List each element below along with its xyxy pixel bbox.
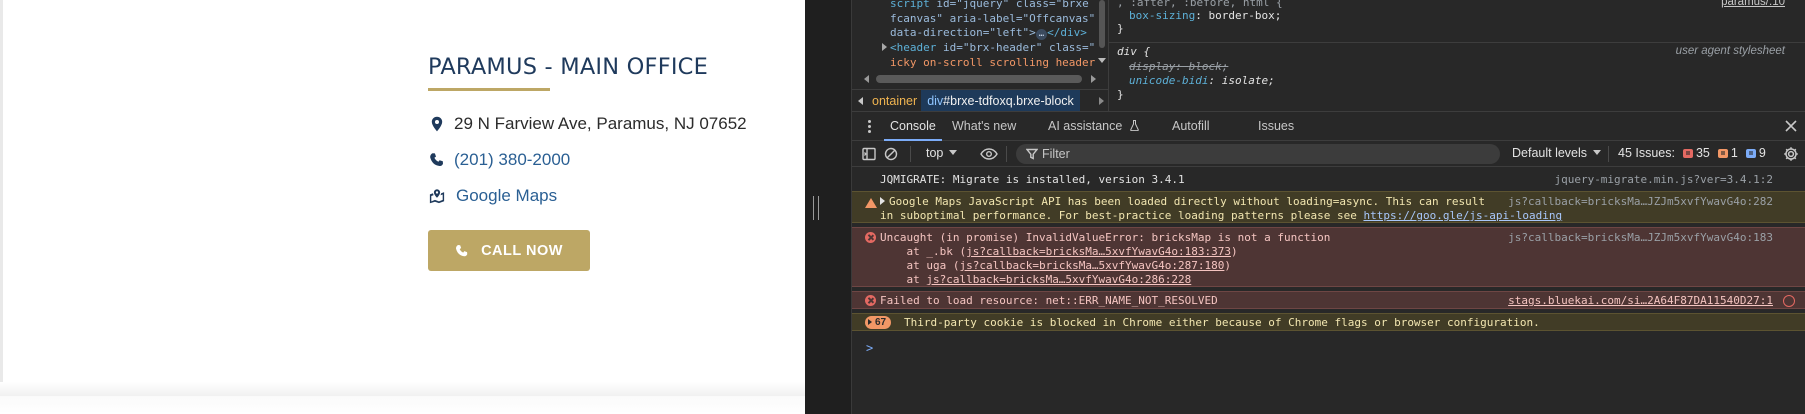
dom-node-line[interactable]: script id="jquery" class="brxe: [890, 0, 1089, 10]
css-selector[interactable]: div {: [1117, 45, 1150, 58]
docs-link[interactable]: https://goo.gle/js-api-loading: [1363, 209, 1562, 222]
tab-issues[interactable]: Issues: [1258, 112, 1294, 141]
resize-grip-icon[interactable]: [813, 196, 819, 220]
scroll-down-icon[interactable]: [1098, 58, 1106, 63]
breadcrumb-item[interactable]: ontainer: [868, 94, 921, 108]
maps-row[interactable]: Google Maps: [428, 186, 557, 206]
tab-console[interactable]: Console: [884, 112, 942, 141]
warning-icon: [865, 198, 877, 208]
chevron-down-icon: [949, 150, 958, 155]
console-message-warning[interactable]: Google Maps JavaScript API has been load…: [852, 191, 1805, 223]
toolbar-divider: [1006, 146, 1007, 162]
call-now-button[interactable]: CALL NOW: [428, 230, 590, 271]
eye-icon[interactable]: [980, 147, 998, 161]
dom-node-line[interactable]: fcanvas" aria-label="Offcanvas": [890, 12, 1095, 25]
info-badge-icon: [1745, 148, 1756, 158]
address-text: 29 N Farview Ave, Paramus, NJ 07652: [454, 114, 747, 133]
console-output[interactable]: JQMIGRATE: Migrate is installed, version…: [852, 167, 1805, 414]
dom-node-line[interactable]: data-direction="left">… </div>: [890, 26, 1087, 40]
warning-badge-icon: [1717, 148, 1728, 158]
network-request-icon[interactable]: [1783, 295, 1795, 307]
filter-icon: [1025, 148, 1039, 160]
close-drawer-icon[interactable]: [1785, 120, 1797, 132]
clear-console-icon[interactable]: [884, 147, 898, 161]
toolbar-divider: [1608, 146, 1609, 162]
viewport-edge: [0, 0, 3, 414]
section-divider-shadow: [0, 382, 805, 414]
drawer-tabbar: Console What's new AI assistance Autofil…: [852, 111, 1805, 141]
tab-ai-assistance[interactable]: AI assistance: [1048, 112, 1139, 141]
console-settings-gear-icon[interactable]: [1783, 146, 1799, 162]
breadcrumb-left-icon[interactable]: [852, 90, 868, 111]
toolbar-divider: [910, 146, 911, 162]
elements-hscrollbar[interactable]: [862, 74, 1098, 84]
phone-row[interactable]: (201) 380-2000: [428, 150, 570, 170]
scroll-thumb[interactable]: [1099, 0, 1105, 48]
expand-triangle-icon[interactable]: [882, 43, 887, 51]
phone-icon: [428, 151, 446, 169]
flask-icon: [1130, 120, 1139, 131]
console-message-error[interactable]: Uncaught (in promise) InvalidValueError:…: [852, 227, 1805, 287]
message-source-link[interactable]: jquery-migrate.min.js?ver=3.4.1:2: [1554, 173, 1773, 186]
dom-node-line[interactable]: icky on-scroll scrolling header: [890, 56, 1095, 69]
dom-breadcrumb: ontainer div #brxe-tdfoxq.brxe-block: [852, 89, 1108, 111]
log-levels-dropdown[interactable]: Default levels: [1512, 146, 1602, 160]
sidebar-toggle-icon[interactable]: [862, 147, 876, 161]
css-declaration[interactable]: unicode-bidi: isolate;: [1129, 74, 1275, 87]
tab-whats-new[interactable]: What's new: [952, 112, 1016, 141]
chevron-down-icon: [1593, 150, 1602, 155]
console-prompt[interactable]: >: [866, 341, 873, 355]
styles-pane: , :after, :before, html { paramus/:10 bo…: [1108, 0, 1805, 111]
map-pin-icon: [428, 115, 446, 133]
console-message-error[interactable]: Failed to load resource: net::ERR_NAME_N…: [852, 291, 1805, 309]
devtools-splitter[interactable]: [805, 0, 852, 414]
dom-node-header[interactable]: <header id="brx-header" class=": [890, 41, 1095, 54]
console-filter[interactable]: [1016, 144, 1500, 164]
scroll-thumb[interactable]: [876, 75, 1082, 83]
css-declaration[interactable]: box-sizing: border-box;: [1129, 9, 1281, 22]
elements-vscrollbar[interactable]: [1096, 0, 1108, 88]
rule-close-brace: }: [1117, 22, 1124, 35]
phone-icon: [456, 244, 468, 256]
css-selector[interactable]: , :after, :before, html {: [1117, 0, 1283, 9]
devtools-panel: script id="jquery" class="brxe fcanvas" …: [852, 0, 1805, 414]
error-icon: [865, 295, 876, 306]
map-marked-icon: [428, 187, 446, 205]
website-viewport: PARAMUS - MAIN OFFICE 29 N Farview Ave, …: [0, 0, 805, 414]
console-message-log[interactable]: JQMIGRATE: Migrate is installed, version…: [852, 167, 1805, 187]
google-maps-link[interactable]: Google Maps: [456, 186, 557, 206]
call-now-label: CALL NOW: [481, 242, 563, 259]
error-icon: [865, 232, 876, 243]
rule-close-brace: }: [1117, 88, 1124, 101]
stylesheet-source-link[interactable]: paramus/:10: [1721, 0, 1785, 8]
repeat-count-badge[interactable]: 67: [865, 316, 892, 329]
expand-triangle-icon[interactable]: [880, 197, 885, 205]
user-agent-stylesheet-label: user agent stylesheet: [1675, 45, 1785, 57]
context-selector[interactable]: top: [926, 146, 958, 160]
console-toolbar: top Default levels 45 Issues: 35 1 9: [852, 141, 1805, 167]
breadcrumb-right-icon[interactable]: [1094, 96, 1108, 105]
message-source-link[interactable]: js?callback=bricksMa…JZJm5xvfYwavG4o:282: [1508, 195, 1773, 208]
collapsed-children-pill[interactable]: …: [1035, 29, 1048, 40]
stack-frame-link[interactable]: js?callback=bricksMa…5xvfYwavG4o:286:228: [926, 273, 1191, 286]
message-source-link[interactable]: js?callback=bricksMa…JZJm5xvfYwavG4o:183: [1508, 231, 1773, 244]
issues-counter[interactable]: 45 Issues: 35 1 9: [1618, 146, 1766, 160]
tab-autofill[interactable]: Autofill: [1172, 112, 1210, 141]
title-underline: [428, 88, 550, 91]
phone-link[interactable]: (201) 380-2000: [454, 150, 570, 170]
elements-tree[interactable]: script id="jquery" class="brxe fcanvas" …: [852, 0, 1100, 88]
filter-input[interactable]: [1042, 146, 1482, 162]
drawer-menu-icon[interactable]: [868, 120, 871, 133]
error-badge-icon: [1682, 148, 1693, 158]
scroll-left-icon[interactable]: [864, 75, 869, 83]
console-message-warning-group[interactable]: 67 Third-party cookie is blocked in Chro…: [852, 313, 1805, 331]
css-declaration-overridden[interactable]: display: block;: [1129, 60, 1228, 73]
stack-frame-link[interactable]: js?callback=bricksMa…5xvfYwavG4o:287:180: [959, 259, 1224, 272]
address-row: 29 N Farview Ave, Paramus, NJ 07652: [428, 114, 747, 134]
office-title: PARAMUS - MAIN OFFICE: [428, 54, 709, 80]
rule-separator: [1109, 42, 1805, 43]
breadcrumb-item-selected[interactable]: div #brxe-tdfoxq.brxe-block: [921, 90, 1080, 111]
stack-frame-link[interactable]: js?callback=bricksMa…5xvfYwavG4o:183:373: [966, 245, 1231, 258]
message-source-link[interactable]: stags.bluekai.com/si…2A64F87DA11540D27:1: [1508, 294, 1773, 307]
